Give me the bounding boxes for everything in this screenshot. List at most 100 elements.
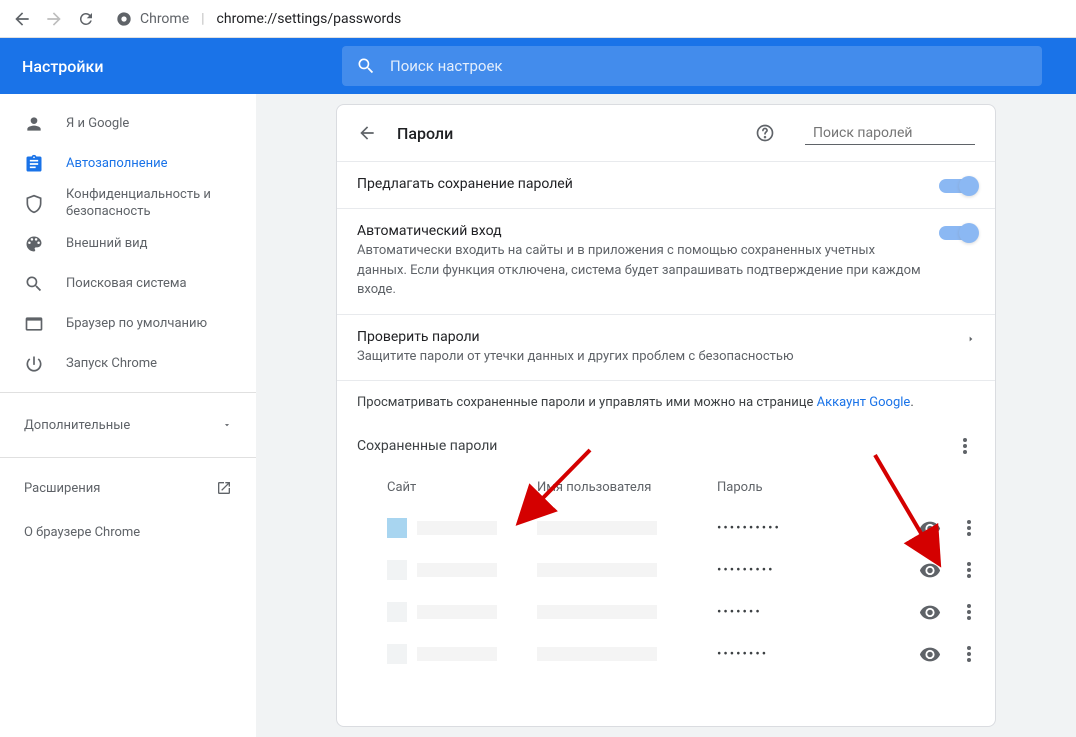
site-name-redacted [417, 647, 497, 661]
sidebar: Я и Google Автозаполнение Конфиденциальн… [0, 94, 256, 737]
eye-icon [919, 601, 941, 623]
address-url: chrome://settings/passwords [217, 11, 402, 27]
col-user: Имя пользователя [537, 480, 717, 495]
site-name-redacted [417, 605, 497, 619]
password-mask: ••••••• [717, 605, 857, 620]
sidebar-item-autofill[interactable]: Автозаполнение [0, 144, 256, 184]
password-row[interactable]: ••••••• [337, 591, 995, 633]
password-row[interactable]: •••••••••• [337, 507, 995, 549]
col-pass: Пароль [717, 480, 857, 495]
offer-save-title: Предлагать сохранение паролей [357, 176, 923, 192]
back-arrow-icon[interactable] [357, 123, 377, 143]
show-password-button[interactable] [919, 559, 941, 581]
password-mask: ••••••••• [717, 563, 857, 578]
show-password-button[interactable] [919, 601, 941, 623]
table-header: Сайт Имя пользователя Пароль [337, 468, 995, 507]
row-more-button[interactable] [967, 604, 971, 620]
check-passwords-row[interactable]: Проверить пароли Защитите пароли от утеч… [337, 314, 995, 381]
sidebar-advanced[interactable]: Дополнительные [0, 401, 256, 449]
password-row[interactable]: ••••••••• [337, 549, 995, 591]
sidebar-about-chrome[interactable]: О браузере Chrome [0, 510, 256, 554]
card-header: Пароли [337, 105, 995, 161]
favicon [387, 602, 407, 622]
favicon [387, 518, 407, 538]
passwords-card: Пароли Предлагать сохранение паролей Авт… [336, 104, 996, 727]
sidebar-item-label: Браузер по умолчанию [66, 316, 207, 333]
more-vert-icon [967, 604, 971, 620]
sidebar-item-label: Внешний вид [66, 236, 148, 253]
more-vert-icon [967, 520, 971, 536]
eye-icon [919, 559, 941, 581]
site-name-redacted [417, 563, 497, 577]
username-redacted [537, 647, 657, 661]
page-title: Пароли [397, 124, 735, 143]
saved-passwords-title: Сохраненные пароли [357, 438, 497, 454]
username-redacted [537, 521, 657, 535]
eye-icon [919, 517, 941, 539]
sidebar-about-label: О браузере Chrome [24, 525, 140, 540]
username-redacted [537, 605, 657, 619]
auto-signin-title: Автоматический вход [357, 223, 923, 239]
sidebar-item-label: Автозаполнение [66, 156, 168, 173]
favicon [387, 560, 407, 580]
address-label: Chrome [140, 11, 189, 27]
sidebar-extensions[interactable]: Расширения [0, 466, 256, 510]
browser-toolbar: Chrome | chrome://settings/passwords [0, 0, 1076, 38]
main-content: Пароли Предлагать сохранение паролей Авт… [256, 94, 1076, 737]
sidebar-item-search-engine[interactable]: Поисковая система [0, 264, 256, 304]
sidebar-item-default-browser[interactable]: Браузер по умолчанию [0, 304, 256, 344]
password-search-input[interactable] [813, 125, 991, 141]
sidebar-item-on-startup[interactable]: Запуск Chrome [0, 344, 256, 384]
show-password-button[interactable] [919, 517, 941, 539]
sidebar-item-privacy[interactable]: Конфиденциальность и безопасность [0, 184, 256, 224]
row-more-button[interactable] [967, 562, 971, 578]
chevron-down-icon [222, 420, 232, 430]
more-vert-icon [967, 562, 971, 578]
auto-signin-desc: Автоматически входить на сайты и в прило… [357, 241, 923, 300]
google-account-link[interactable]: Аккаунт Google [817, 395, 911, 410]
settings-title: Настройки [22, 57, 342, 76]
back-button[interactable] [8, 5, 36, 33]
saved-passwords-more[interactable] [955, 436, 975, 456]
row-more-button[interactable] [967, 520, 971, 536]
chevron-right-icon [967, 333, 975, 345]
offer-save-toggle[interactable] [939, 179, 975, 193]
col-site: Сайт [357, 480, 537, 495]
global-search-input[interactable] [390, 57, 1028, 75]
global-search[interactable] [342, 46, 1042, 86]
check-passwords-desc: Защитите пароли от утечки данных и други… [357, 347, 951, 367]
password-row[interactable]: •••••••• [337, 633, 995, 675]
browser-icon [24, 314, 44, 334]
check-passwords-title: Проверить пароли [357, 329, 951, 345]
password-mask: •••••••••• [717, 521, 857, 536]
help-icon[interactable] [755, 123, 775, 143]
manage-info-suffix: . [910, 395, 913, 410]
sidebar-item-label: Я и Google [66, 116, 129, 133]
address-bar[interactable]: Chrome | chrome://settings/passwords [116, 11, 1068, 27]
username-redacted [537, 563, 657, 577]
person-icon [24, 114, 44, 134]
eye-icon [919, 643, 941, 665]
manage-info-row: Просматривать сохраненные пароли и управ… [337, 380, 995, 424]
clipboard-icon [24, 154, 44, 174]
forward-button[interactable] [40, 5, 68, 33]
palette-icon [24, 234, 44, 254]
auto-signin-toggle[interactable] [939, 226, 975, 240]
sidebar-item-you-and-google[interactable]: Я и Google [0, 104, 256, 144]
address-separator: | [201, 11, 204, 27]
sidebar-item-label: Запуск Chrome [66, 356, 157, 373]
power-icon [24, 354, 44, 374]
saved-passwords-header: Сохраненные пароли [337, 424, 995, 468]
reload-button[interactable] [72, 5, 100, 33]
open-external-icon [216, 480, 232, 496]
sidebar-item-appearance[interactable]: Внешний вид [0, 224, 256, 264]
show-password-button[interactable] [919, 643, 941, 665]
row-more-button[interactable] [967, 646, 971, 662]
password-search[interactable] [805, 122, 975, 145]
sidebar-advanced-label: Дополнительные [24, 418, 130, 433]
more-vert-icon [963, 438, 967, 454]
shield-icon [24, 194, 44, 214]
password-mask: •••••••• [717, 647, 857, 662]
auto-signin-row: Автоматический вход Автоматически входит… [337, 208, 995, 314]
favicon [387, 644, 407, 664]
